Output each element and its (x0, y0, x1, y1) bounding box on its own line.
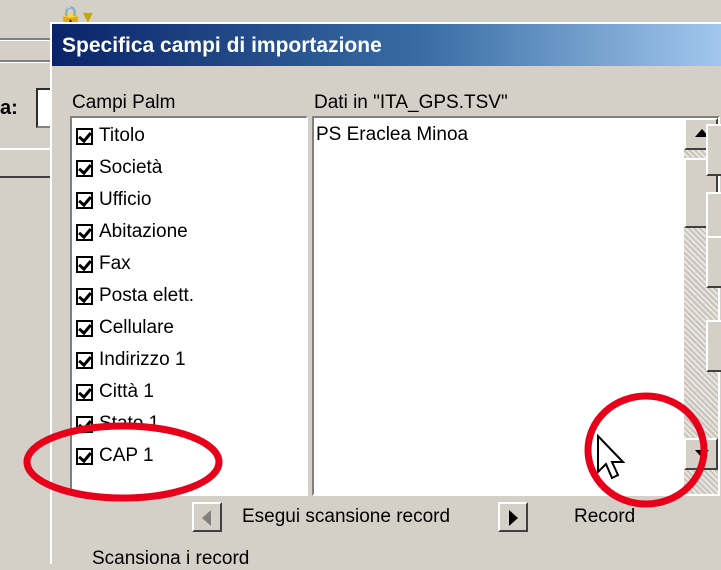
data-values-list[interactable]: PS Eraclea Minoa (312, 116, 720, 496)
field-label: Ufficio (99, 189, 152, 210)
dialog-titlebar[interactable]: Specifica campi di importazione (52, 24, 721, 66)
checkbox[interactable] (76, 287, 93, 305)
field-label: Fax (99, 253, 131, 274)
field-item-ufficio[interactable]: Ufficio (76, 184, 151, 216)
scroll-down-button[interactable] (684, 438, 718, 470)
divider (0, 60, 50, 63)
checkbox[interactable] (76, 223, 93, 241)
background-window (0, 0, 50, 550)
field-item-fax[interactable]: Fax (76, 248, 131, 280)
mouse-cursor-icon (597, 434, 626, 480)
field-item-societa[interactable]: Società (76, 152, 162, 184)
palm-fields-label: Campi Palm (72, 92, 176, 113)
right-arrow-icon (509, 510, 518, 526)
checkbox[interactable] (76, 255, 93, 273)
checkbox[interactable] (76, 415, 93, 433)
palm-fields-list[interactable]: Titolo Società Ufficio Abitazione Fax Po… (70, 116, 308, 496)
checkbox[interactable] (76, 191, 93, 209)
field-item-posta-elett[interactable]: Posta elett. (76, 280, 194, 312)
dialog-title: Specifica campi di importazione (62, 34, 382, 57)
field-item-cellulare[interactable]: Cellulare (76, 312, 174, 344)
field-label: Stato 1 (99, 413, 160, 434)
checkbox[interactable] (76, 351, 93, 369)
data-source-label: Dati in "ITA_GPS.TSV" (314, 92, 508, 113)
side-button-3[interactable] (706, 236, 721, 288)
previous-record-button[interactable] (192, 502, 222, 532)
field-label: Città 1 (99, 381, 154, 402)
field-label: Indirizzo 1 (99, 349, 186, 370)
arrow-down-icon (695, 450, 709, 458)
field-label: CAP 1 (99, 445, 154, 466)
data-value: PS Eraclea Minoa (316, 124, 469, 145)
checkbox[interactable] (76, 127, 93, 145)
field-label: Abitazione (99, 221, 188, 242)
checkbox[interactable] (76, 383, 93, 401)
checkbox[interactable] (76, 447, 93, 465)
field-item-indirizzo-1[interactable]: Indirizzo 1 (76, 344, 186, 376)
record-label: Record (574, 506, 636, 527)
field-label: Società (99, 157, 163, 178)
background-field-label: a: (0, 97, 18, 119)
field-item-stato-1[interactable]: Stato 1 (76, 408, 159, 440)
next-record-button[interactable] (498, 502, 528, 532)
side-button-1[interactable] (706, 124, 721, 176)
field-item-cap-1[interactable]: CAP 1 (76, 440, 154, 472)
scan-records-text: Scansiona i record (92, 548, 250, 569)
field-item-citta-1[interactable]: Città 1 (76, 376, 154, 408)
field-label: Titolo (99, 125, 145, 146)
background-button[interactable] (0, 148, 50, 178)
side-button-4[interactable] (706, 320, 721, 372)
field-item-titolo[interactable]: Titolo (76, 120, 145, 152)
field-label: Cellulare (99, 317, 174, 338)
checkbox[interactable] (76, 159, 93, 177)
scan-records-label: Esegui scansione record (242, 506, 451, 527)
divider (0, 38, 50, 41)
field-item-abitazione[interactable]: Abitazione (76, 216, 188, 248)
left-arrow-icon (202, 510, 211, 526)
checkbox[interactable] (76, 319, 93, 337)
field-label: Posta elett. (99, 285, 195, 306)
